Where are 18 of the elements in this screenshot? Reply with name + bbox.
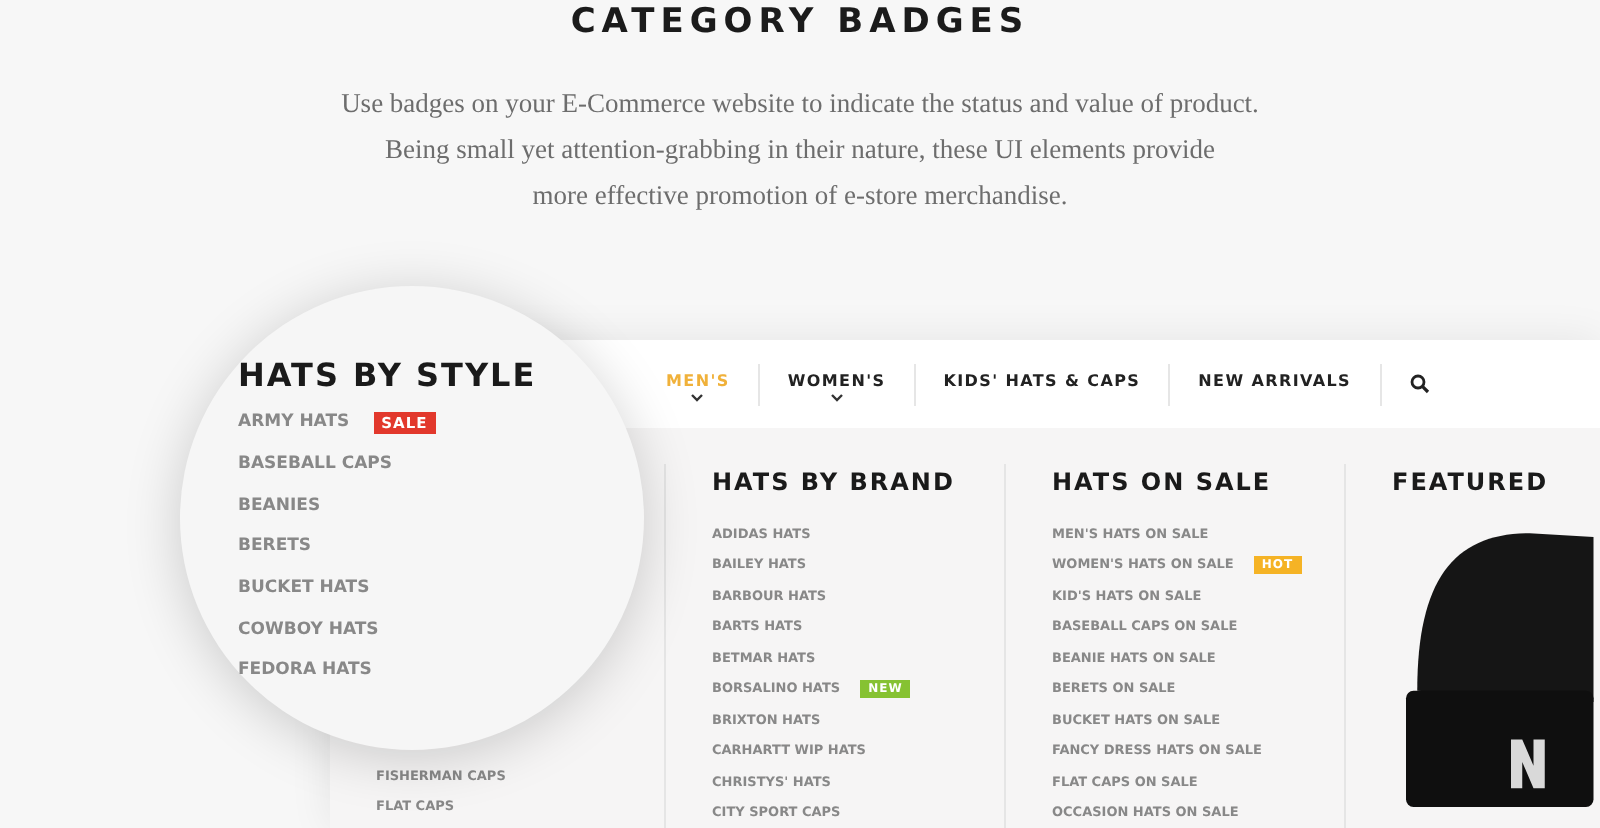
menu-link[interactable]: BASEBALL CAPS [238, 454, 393, 475]
column-heading: HATS BY BRAND [712, 466, 957, 500]
column-heading: FEATURED [1392, 466, 1551, 500]
menu-link[interactable]: BUCKET HATS [238, 578, 370, 599]
search-icon[interactable] [1409, 374, 1429, 394]
menu-link[interactable]: COWBOY HATS [238, 619, 379, 640]
intro-paragraph: Use badges on your E-Commerce website to indicate the status and value of product. Being small yet attention-grabbing in their nature, these UI elements provide more effective promotion of e-store merchandise. [341, 86, 1259, 214]
menu-link[interactable]: BEANIES [238, 495, 321, 516]
nav-tab[interactable]: WOMEN'S [759, 363, 916, 405]
nav-tab[interactable]: MEN'S [666, 363, 760, 405]
menu-link[interactable]: BERETS [238, 536, 312, 557]
column-heading: HATS ON SALE [1052, 466, 1274, 500]
menu-link[interactable]: FEDORA HATS [238, 660, 372, 681]
nav-tab[interactable]: NEW ARRIVALS [1170, 363, 1381, 405]
magnified-heading: HATS BY STYLE [238, 356, 539, 396]
nav-tab[interactable]: KIDS' HATS & CAPS [915, 363, 1171, 405]
page-heading: CATEGORY BADGES [570, 0, 1030, 44]
menu-link[interactable]: ARMY HATS [238, 412, 350, 433]
